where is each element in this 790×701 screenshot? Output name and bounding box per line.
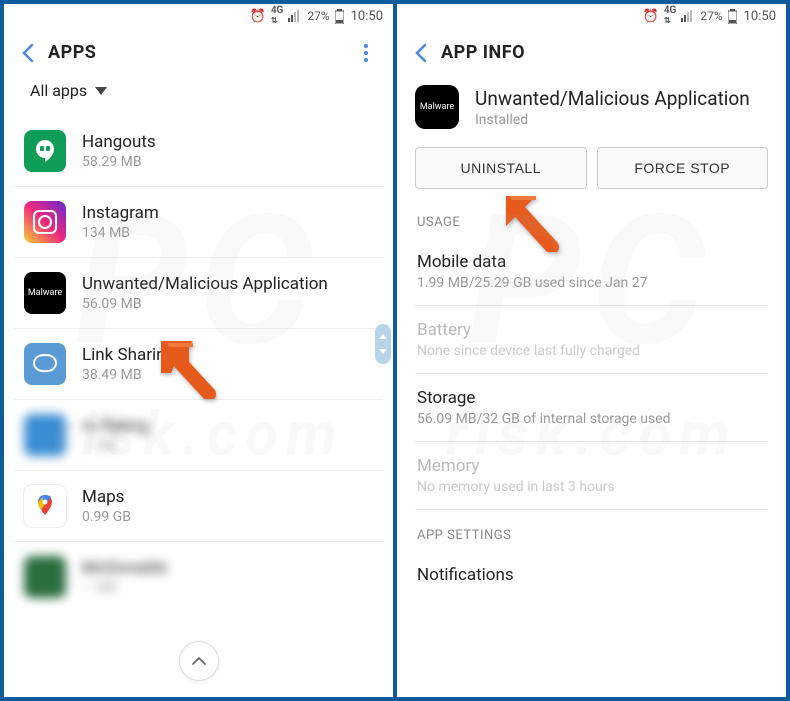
row-value: 1.99 MB/25.29 GB used since Jan 27: [417, 275, 766, 291]
app-name: Unwanted/Malicious Application: [82, 274, 373, 294]
network-type: 4G⇅: [664, 6, 677, 26]
app-header: Malware Unwanted/Malicious Application I…: [397, 81, 786, 147]
malware-icon: Malware: [415, 85, 459, 129]
battery-percent: 27%: [700, 9, 722, 23]
hangouts-icon: [24, 130, 66, 172]
section-usage: USAGE: [397, 209, 786, 238]
row-label: Notifications: [417, 565, 766, 585]
action-buttons: UNINSTALL FORCE STOP: [397, 147, 786, 209]
apps-filter-dropdown[interactable]: All apps: [4, 81, 393, 116]
app-install-status: Installed: [475, 112, 750, 128]
force-stop-button[interactable]: FORCE STOP: [597, 147, 769, 189]
scroll-to-top-button[interactable]: [179, 641, 219, 681]
battery-icon: [728, 9, 737, 24]
blurred-app-icon: [24, 556, 66, 598]
app-row-malware[interactable]: Malware Unwanted/Malicious Application 5…: [14, 258, 383, 329]
app-row-blurred[interactable]: McDonalds — MB: [14, 542, 383, 612]
header: APPS: [4, 28, 393, 81]
clock: 10:50: [744, 9, 776, 24]
app-name: Hangouts: [82, 132, 373, 152]
app-size: 0.99 GB: [82, 509, 373, 525]
page-title: APP INFO: [441, 42, 525, 63]
app-row-maps[interactable]: Maps 0.99 GB: [14, 471, 383, 542]
overflow-menu-icon[interactable]: [351, 44, 381, 62]
app-size: 58.29 MB: [82, 154, 373, 170]
row-label: Mobile data: [417, 252, 766, 272]
apps-list: Hangouts 58.29 MB Instagram 134 MB Malwa…: [4, 116, 393, 612]
instagram-icon: [24, 201, 66, 243]
network-type: 4G⇅: [271, 6, 284, 26]
app-size: 38.49 MB: [82, 367, 373, 383]
row-label: Storage: [417, 388, 766, 408]
apps-list-screen: PC risk.com ⏰ 4G⇅ 27% 10:50 APPS: [4, 4, 393, 697]
app-name: McDonalds: [82, 558, 373, 578]
status-bar: ⏰ 4G⇅ 27% 10:50: [397, 4, 786, 28]
clock: 10:50: [351, 9, 383, 24]
app-row-linksharing[interactable]: Link Sharing 38.49 MB: [14, 329, 383, 400]
header: APP INFO: [397, 28, 786, 81]
app-name: Instagram: [82, 203, 373, 223]
app-size: — MB: [82, 438, 373, 454]
signal-icon: [681, 10, 695, 22]
status-bar: ⏰ 4G⇅ 27% 10:50: [4, 4, 393, 28]
notifications-row[interactable]: Notifications: [415, 551, 768, 589]
row-label: Memory: [417, 456, 766, 476]
alarm-icon: ⏰: [250, 9, 266, 24]
uninstall-button[interactable]: UNINSTALL: [415, 147, 587, 189]
app-row-hangouts[interactable]: Hangouts 58.29 MB: [14, 116, 383, 187]
blurred-app-icon: [24, 414, 66, 456]
app-row-blurred[interactable]: m.flabng — MB: [14, 400, 383, 471]
dropdown-triangle-icon: [95, 87, 107, 95]
row-label: Battery: [417, 320, 766, 340]
page-title: APPS: [48, 42, 96, 63]
app-size: 56.09 MB: [82, 296, 373, 312]
app-size: 134 MB: [82, 225, 373, 241]
link-sharing-icon: [24, 343, 66, 385]
row-value: No memory used in last 3 hours: [417, 479, 766, 495]
battery-percent: 27%: [307, 9, 329, 23]
mobile-data-row[interactable]: Mobile data 1.99 MB/25.29 GB used since …: [415, 238, 768, 306]
maps-icon: [24, 485, 66, 527]
app-size: — MB: [82, 580, 373, 596]
back-icon[interactable]: [401, 43, 441, 63]
app-name: Link Sharing: [82, 345, 373, 365]
row-value: None since device last fully charged: [417, 343, 766, 359]
row-value: 56.09 MB/32 GB of internal storage used: [417, 411, 766, 427]
app-info-screen: PC risk.com ⏰ 4G⇅ 27% 10:50 APP INFO Mal…: [397, 4, 786, 697]
signal-icon: [288, 10, 302, 22]
app-name: Unwanted/Malicious Application: [475, 87, 750, 110]
malware-icon: Malware: [24, 272, 66, 314]
back-icon[interactable]: [8, 43, 48, 63]
section-app-settings: APP SETTINGS: [397, 510, 786, 551]
alarm-icon: ⏰: [643, 9, 659, 24]
memory-row: Memory No memory used in last 3 hours: [415, 442, 768, 510]
app-row-instagram[interactable]: Instagram 134 MB: [14, 187, 383, 258]
filter-label: All apps: [30, 81, 87, 100]
battery-row: Battery None since device last fully cha…: [415, 306, 768, 374]
storage-row[interactable]: Storage 56.09 MB/32 GB of internal stora…: [415, 374, 768, 442]
app-name: Maps: [82, 487, 373, 507]
app-name: m.flabng: [82, 416, 373, 436]
battery-icon: [335, 9, 344, 24]
fast-scroll-handle[interactable]: [375, 324, 391, 364]
